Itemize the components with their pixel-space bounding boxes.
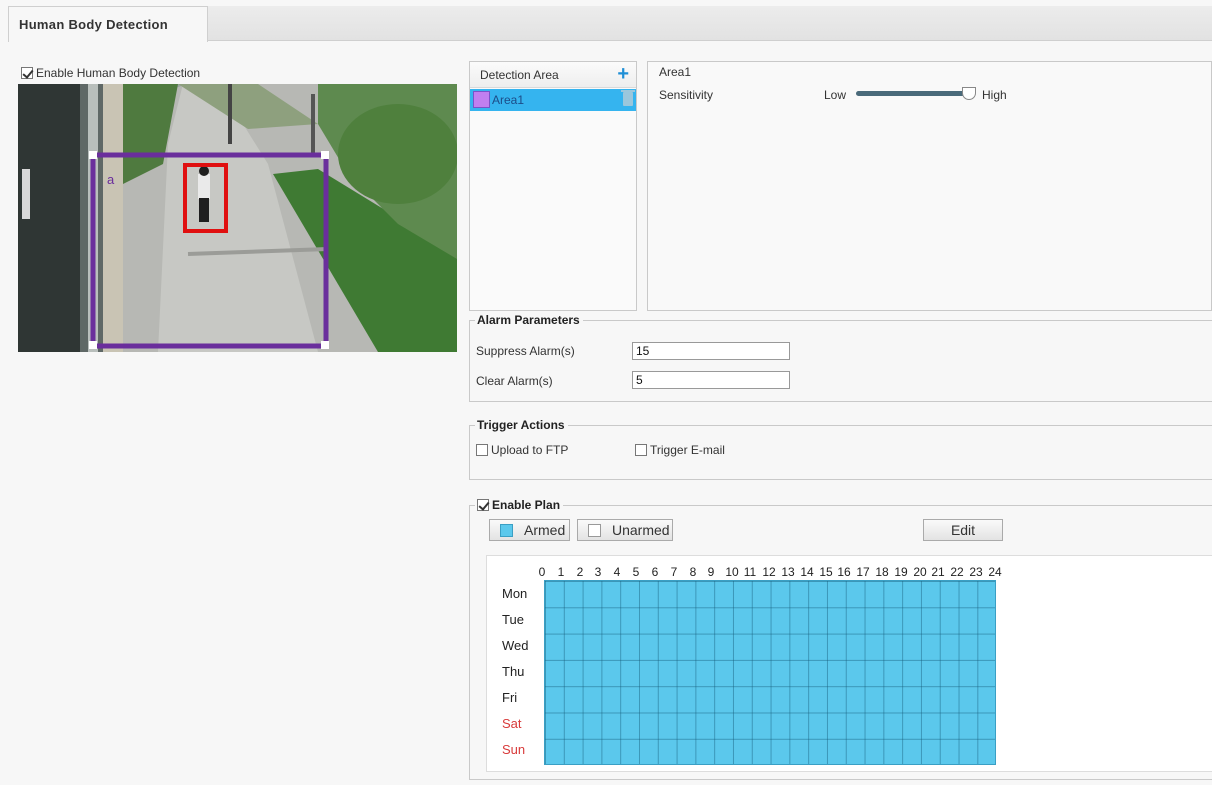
unarmed-button[interactable]: Unarmed bbox=[577, 519, 673, 541]
trigger-actions-legend: Trigger Actions bbox=[475, 418, 568, 432]
hour-label: 10 bbox=[725, 565, 739, 579]
area-label: a bbox=[107, 172, 115, 187]
hour-label: 17 bbox=[856, 565, 870, 579]
enable-plan-legend[interactable]: Enable Plan bbox=[475, 498, 564, 512]
enable-plan-checkbox[interactable] bbox=[477, 499, 489, 511]
hour-label: 2 bbox=[576, 565, 584, 579]
trigger-email-option[interactable]: Trigger E-mail bbox=[635, 443, 725, 457]
hour-label: 14 bbox=[800, 565, 814, 579]
day-label-fri: Fri bbox=[502, 690, 518, 705]
area-detail-panel: Area1 Sensitivity Low High bbox=[647, 61, 1212, 311]
schedule-grid[interactable] bbox=[544, 580, 996, 765]
detection-area-title: Detection Area bbox=[480, 68, 559, 82]
delete-area-icon[interactable] bbox=[621, 90, 635, 106]
day-label-thu: Thu bbox=[502, 664, 525, 679]
hour-label: 13 bbox=[781, 565, 795, 579]
sensitivity-slider-handle[interactable] bbox=[962, 87, 976, 100]
trigger-email-checkbox[interactable] bbox=[635, 444, 647, 456]
area-handle-bottom-right bbox=[321, 341, 329, 349]
hour-label: 12 bbox=[762, 565, 776, 579]
armed-button[interactable]: Armed bbox=[489, 519, 570, 541]
hour-label: 24 bbox=[988, 565, 1002, 579]
hour-label: 19 bbox=[894, 565, 908, 579]
enable-detection-row[interactable]: Enable Human Body Detection bbox=[21, 66, 200, 80]
add-area-icon[interactable]: + bbox=[617, 64, 629, 84]
hour-label: 21 bbox=[931, 565, 945, 579]
edit-button[interactable]: Edit bbox=[923, 519, 1003, 541]
hour-label: 23 bbox=[969, 565, 983, 579]
edit-label: Edit bbox=[950, 522, 976, 538]
area-list-item[interactable]: Area1 bbox=[470, 89, 636, 111]
trigger-email-label: Trigger E-mail bbox=[650, 443, 725, 457]
hour-axis: 0 1 2 3 4 5 6 7 8 9 10 11 12 13 14 15 16… bbox=[536, 565, 1006, 579]
hour-label: 6 bbox=[651, 565, 659, 579]
hour-label: 15 bbox=[819, 565, 833, 579]
unarmed-swatch bbox=[588, 524, 601, 537]
sensitivity-high-label: High bbox=[982, 88, 1007, 102]
trigger-actions-group: Trigger Actions Upload to FTP Trigger E-… bbox=[469, 418, 1212, 480]
day-label-sun: Sun bbox=[502, 742, 526, 757]
hour-label: 8 bbox=[689, 565, 697, 579]
hour-label: 5 bbox=[632, 565, 640, 579]
hour-label: 7 bbox=[670, 565, 678, 579]
enable-detection-checkbox[interactable] bbox=[21, 67, 33, 79]
sensitivity-label: Sensitivity bbox=[659, 88, 714, 102]
video-preview[interactable]: a bbox=[18, 84, 457, 352]
enable-plan-label: Enable Plan bbox=[492, 498, 561, 512]
armed-swatch bbox=[500, 524, 513, 537]
tab-human-body-detection[interactable]: Human Body Detection bbox=[8, 6, 208, 42]
alarm-parameters-legend: Alarm Parameters bbox=[475, 313, 583, 327]
area-list-item-label: Area1 bbox=[492, 93, 525, 107]
area-handle-top-right bbox=[321, 151, 329, 159]
hour-label: 11 bbox=[743, 565, 757, 579]
upload-ftp-checkbox[interactable] bbox=[476, 444, 488, 456]
area-name: Area1 bbox=[659, 65, 692, 79]
tab-bar: Human Body Detection bbox=[8, 6, 1212, 42]
suppress-alarm-label: Suppress Alarm(s) bbox=[476, 344, 575, 358]
hour-label: 16 bbox=[837, 565, 851, 579]
detection-area-header: Detection Area + bbox=[470, 62, 636, 88]
hour-label: 4 bbox=[613, 565, 621, 579]
clear-alarm-label: Clear Alarm(s) bbox=[476, 374, 553, 388]
suppress-alarm-input[interactable]: 15 bbox=[632, 342, 790, 360]
hour-label: 3 bbox=[594, 565, 602, 579]
clear-alarm-input[interactable]: 5 bbox=[632, 371, 790, 389]
day-label-tue: Tue bbox=[502, 612, 524, 627]
day-label-sat: Sat bbox=[502, 716, 522, 731]
hour-label: 20 bbox=[913, 565, 927, 579]
sensitivity-low-label: Low bbox=[824, 88, 847, 102]
day-label-mon: Mon bbox=[502, 586, 528, 601]
upload-ftp-option[interactable]: Upload to FTP bbox=[476, 443, 568, 457]
day-label-wed: Wed bbox=[502, 638, 529, 653]
armed-label: Armed bbox=[524, 522, 566, 538]
alarm-parameters-group: Alarm Parameters Suppress Alarm(s) 15 Cl… bbox=[469, 313, 1212, 402]
enable-detection-label: Enable Human Body Detection bbox=[36, 66, 201, 80]
sensitivity-slider[interactable] bbox=[856, 91, 974, 96]
hour-label: 9 bbox=[707, 565, 715, 579]
unarmed-label: Unarmed bbox=[612, 522, 670, 538]
area-handle-top-left bbox=[89, 151, 97, 159]
area-color-swatch bbox=[473, 91, 490, 108]
area-handle-bottom-left bbox=[89, 341, 97, 349]
hour-label: 18 bbox=[875, 565, 889, 579]
upload-ftp-label: Upload to FTP bbox=[491, 443, 569, 457]
detection-area-list: Detection Area + Area1 bbox=[469, 61, 637, 311]
hour-label: 0 bbox=[538, 565, 546, 579]
hour-label: 1 bbox=[557, 565, 565, 579]
hour-label: 22 bbox=[950, 565, 964, 579]
